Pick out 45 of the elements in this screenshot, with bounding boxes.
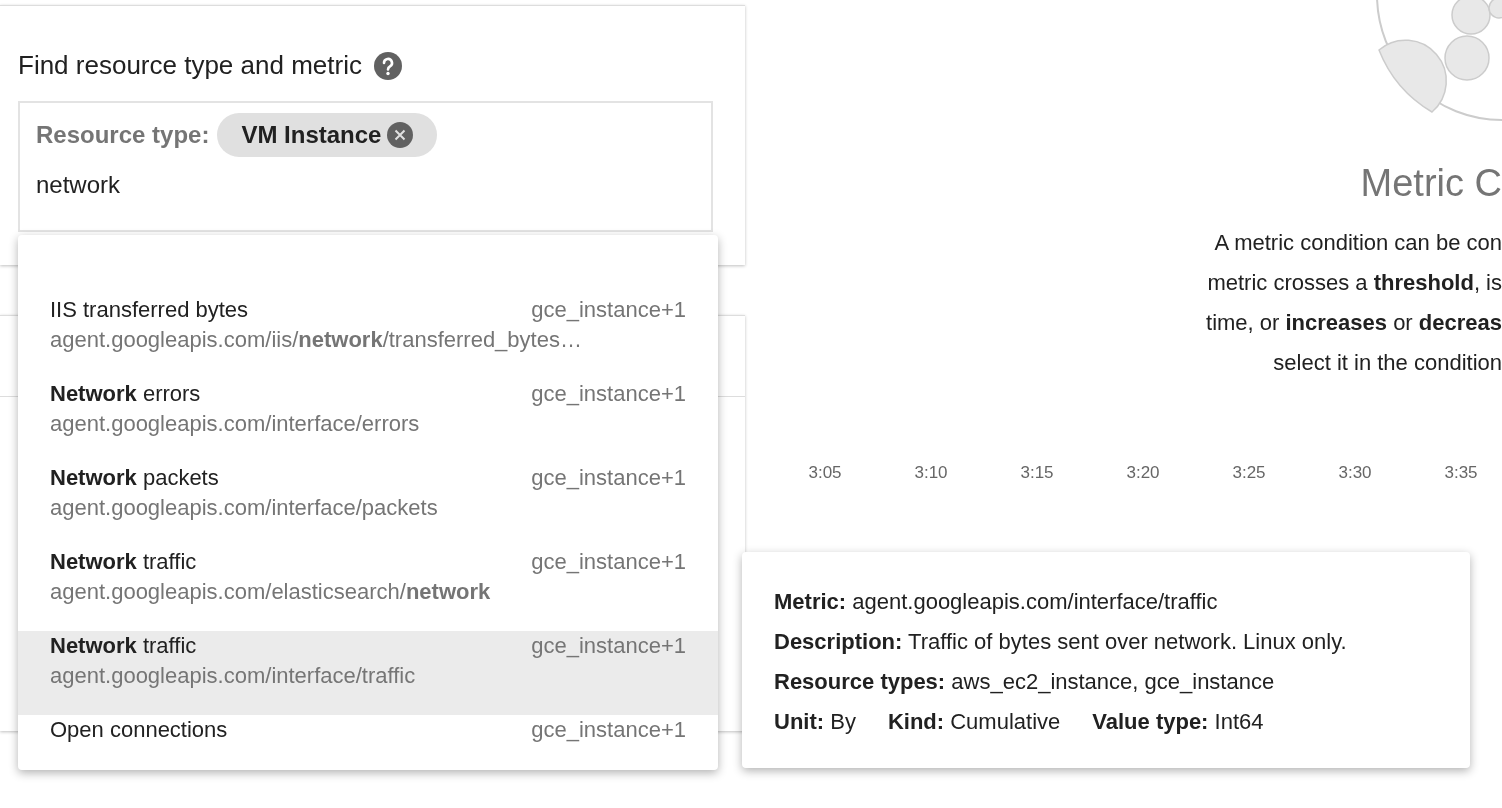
- axis-tick-label: 3:35: [1444, 463, 1478, 483]
- tooltip-text: Description: Traffic of bytes sent over network. Linux only.: [774, 628, 1347, 656]
- metric-path: agent.googleapis.com/interface/errors: [50, 410, 421, 438]
- search-query: network: [36, 171, 122, 199]
- metric-path: agent.googleapis.com/iis/network/transferred_bytes…: [50, 326, 583, 354]
- axis-tick-label: 3:25: [1232, 463, 1266, 483]
- metric-option[interactable]: Open connections gce_instance+1: [18, 715, 718, 770]
- axis-tick-label: 3:15: [1020, 463, 1054, 483]
- tooltip-text: Metric: agent.googleapis.com/interface/traffic: [774, 588, 1218, 616]
- axis-tick-label: 3:20: [1126, 463, 1160, 483]
- resource-type: gce_instance+1: [531, 380, 686, 408]
- tooltip-text: Resource types: aws_ec2_instance, gce_instance: [774, 668, 1275, 696]
- metric-name: Network traffic: [50, 632, 197, 660]
- filter-chip[interactable]: VM Instance: [217, 113, 438, 157]
- metric-option[interactable]: IIS transferred bytes gce_instance+1 agent.googleapis.com/iis/network/transferred_bytes…: [18, 295, 718, 379]
- close-icon[interactable]: [387, 122, 414, 148]
- axis-tick-label: 3:30: [1338, 463, 1372, 483]
- axis-tick-label: 3:05: [808, 463, 842, 483]
- section-heading: Find resource type and metric: [18, 50, 362, 81]
- tooltip-text: Value type: Int64: [1092, 708, 1264, 736]
- metric-name: Open connections: [50, 716, 228, 744]
- metric-path: agent.googleapis.com/interface/packets: [50, 494, 439, 522]
- search-field[interactable]: Resource type: VM Instance network: [18, 101, 713, 232]
- resource-type: gce_instance+1: [531, 716, 686, 744]
- metric-name: Network traffic: [50, 548, 197, 576]
- resource-type: gce_instance+1: [531, 548, 686, 576]
- empty-state-text: A metric condition can be con metric crosses a threshold, is time, or increases or decreas select it in the condition: [1206, 229, 1502, 377]
- metric-option[interactable]: Network packets gce_instance+1 agent.googleapis.com/interface/packets: [18, 463, 718, 547]
- metric-option[interactable]: Network traffic gce_instance+1 agent.googleapis.com/interface/traffic: [18, 631, 718, 715]
- metric-path: agent.googleapis.com/interface/traffic: [50, 662, 417, 690]
- metric-option[interactable]: Network traffic gce_instance+1 agent.googleapis.com/elasticsearch/network: [18, 547, 718, 631]
- tooltip-text: Kind: Cumulative: [887, 708, 1061, 736]
- metric-path: agent.googleapis.com/elasticsearch/network: [50, 578, 492, 606]
- axis-tick-label: 3:10: [914, 463, 948, 483]
- resource-type: gce_instance+1: [531, 464, 686, 492]
- resource-type: gce_instance+1: [531, 632, 686, 660]
- metric-option[interactable]: Network errors gce_instance+1 agent.googleapis.com/interface/errors: [18, 379, 718, 463]
- help-icon[interactable]: [373, 51, 402, 80]
- metric-name: Network packets: [50, 464, 219, 492]
- empty-state-title: Metric C: [1360, 162, 1502, 205]
- metric-name: IIS transferred bytes: [50, 296, 249, 324]
- tooltip-text: Unit: By: [774, 708, 856, 736]
- filter-label: Resource type:: [36, 121, 210, 149]
- metric-name: Network errors: [50, 380, 201, 408]
- resource-type: gce_instance+1: [531, 296, 686, 324]
